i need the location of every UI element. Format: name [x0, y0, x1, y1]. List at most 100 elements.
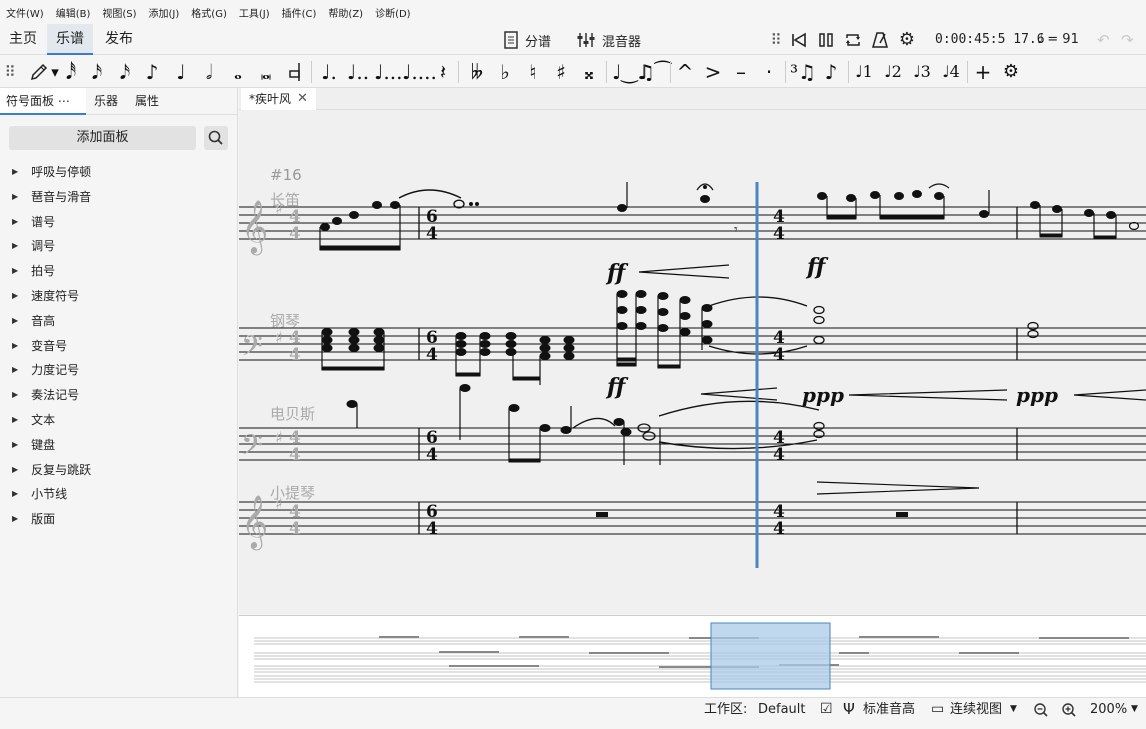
- palette-text[interactable]: ▶ 文本: [0, 408, 238, 433]
- rewind-icon[interactable]: [788, 28, 810, 52]
- zoom-in-icon[interactable]: [1060, 698, 1078, 721]
- tuplet-icon[interactable]: ³♫: [789, 58, 817, 86]
- navigator-viewport[interactable]: [710, 622, 831, 690]
- palette-articulations[interactable]: ▶ 奏法记号: [0, 383, 238, 408]
- voice-2-button[interactable]: ♩2: [881, 58, 905, 86]
- chord-note[interactable]: [455, 332, 467, 340]
- augmentation-dot-icon[interactable]: ♩.: [318, 58, 340, 86]
- note[interactable]: [332, 217, 342, 225]
- menu-plugins[interactable]: 插件(C): [282, 5, 317, 20]
- note[interactable]: [870, 191, 880, 199]
- palette-layout[interactable]: ▶ 版面: [0, 507, 238, 532]
- chord-note[interactable]: [635, 290, 647, 298]
- view-mode-select[interactable]: 连续视图: [950, 698, 1002, 721]
- chord-note[interactable]: [657, 324, 669, 332]
- note[interactable]: [912, 190, 922, 198]
- menu-view[interactable]: 视图(S): [102, 5, 136, 20]
- tie-icon[interactable]: ♩‿♩: [612, 58, 647, 86]
- duration-32nd[interactable]: 𝅘𝅥𝅯: [86, 58, 108, 86]
- palette-dynamics[interactable]: ▶ 力度记号: [0, 358, 238, 383]
- hairpin-decrescendo[interactable]: [816, 481, 980, 495]
- note[interactable]: [349, 211, 359, 219]
- double-sharp-button[interactable]: 𝄪: [578, 58, 600, 86]
- chord-note[interactable]: [479, 348, 491, 356]
- hairpin-crescendo[interactable]: [638, 264, 730, 279]
- chord-note[interactable]: [813, 335, 825, 345]
- palette-breaths-pauses[interactable]: ▶ 呼吸与停顿: [0, 160, 238, 185]
- chord-note[interactable]: [348, 344, 360, 352]
- score-navigator[interactable]: [239, 615, 1146, 697]
- hairpin-decrescendo[interactable]: [1073, 389, 1146, 401]
- chord-note[interactable]: [563, 352, 575, 360]
- palette-arpeggios-glissandos[interactable]: ▶ 琶音与滑音: [0, 185, 238, 210]
- chevron-down-icon[interactable]: ▼: [1131, 698, 1138, 721]
- customize-gear-icon[interactable]: ⚙: [999, 58, 1023, 86]
- menu-add[interactable]: 添加(J): [149, 5, 180, 20]
- voice-4-button[interactable]: ♩4: [939, 58, 963, 86]
- sharp-button[interactable]: ♯: [550, 58, 572, 86]
- staccato-button[interactable]: ·: [758, 58, 780, 86]
- chord-note[interactable]: [657, 292, 669, 300]
- palette-barlines[interactable]: ▶ 小节线: [0, 482, 238, 507]
- chord-note[interactable]: [616, 322, 628, 330]
- tab-properties[interactable]: 属性: [129, 88, 165, 115]
- slur-icon[interactable]: ♫⁀: [637, 58, 671, 86]
- chord-note[interactable]: [455, 348, 467, 356]
- flute-notes[interactable]: 𝄾: [319, 182, 738, 251]
- chord-note[interactable]: [348, 328, 360, 336]
- chord-note[interactable]: [539, 336, 551, 344]
- dynamic-ff[interactable]: ff: [605, 260, 629, 286]
- score-canvas[interactable]: 𝄞 𝄢 𝄢 𝄞 ♯ ♯ ♯ ♯ 44 44 44 44 #16 长笛 钢琴 电贝…: [239, 110, 1146, 614]
- note[interactable]: [934, 192, 944, 200]
- palette-key-signatures[interactable]: ▶ 调号: [0, 234, 238, 259]
- double-flat-button[interactable]: 𝄫: [466, 58, 488, 86]
- mixer-button[interactable]: 混音器: [576, 29, 641, 51]
- chord-note[interactable]: [679, 296, 691, 304]
- dynamic-ppp[interactable]: ppp: [802, 383, 844, 407]
- note[interactable]: [617, 204, 627, 212]
- note[interactable]: [613, 418, 625, 426]
- voice-3-button[interactable]: ♩3: [910, 58, 934, 86]
- menu-help[interactable]: 帮助(Z): [328, 5, 363, 20]
- palette-clefs[interactable]: ▶ 谱号: [0, 210, 238, 235]
- duration-breve[interactable]: 𝅜: [255, 58, 277, 86]
- note[interactable]: [1128, 221, 1140, 231]
- tab-instruments[interactable]: 乐器: [88, 88, 124, 115]
- palette-tempo[interactable]: ▶ 速度符号: [0, 284, 238, 309]
- palette-keyboard[interactable]: ▶ 键盘: [0, 433, 238, 458]
- menu-edit[interactable]: 编辑(B): [56, 5, 91, 20]
- duration-half[interactable]: 𝅗𝅥: [198, 58, 220, 86]
- chord-note[interactable]: [539, 344, 551, 352]
- duration-longa-icon[interactable]: [284, 58, 306, 86]
- chord-note[interactable]: [616, 306, 628, 314]
- note[interactable]: [346, 400, 358, 408]
- chord-note[interactable]: [373, 336, 385, 344]
- instrument-name-piano[interactable]: 钢琴: [270, 312, 300, 330]
- loop-icon[interactable]: [842, 28, 864, 52]
- add-palette-button[interactable]: 添加面板: [9, 126, 196, 150]
- chord-note[interactable]: [813, 305, 825, 315]
- chord-note[interactable]: [679, 312, 691, 320]
- note[interactable]: [539, 424, 551, 432]
- menu-diagnostics[interactable]: 诊断(D): [375, 5, 411, 20]
- chord-note[interactable]: [616, 290, 628, 298]
- chord-note[interactable]: [679, 328, 691, 336]
- zoom-out-icon[interactable]: [1032, 698, 1050, 721]
- chord-note[interactable]: [348, 336, 360, 344]
- score-view[interactable]: 𝄞 𝄢 𝄢 𝄞 ♯ ♯ ♯ ♯ 44 44 44 44 #16 长笛 钢琴 电贝…: [239, 110, 1146, 614]
- instrument-name-bass[interactable]: 电贝斯: [270, 405, 315, 423]
- accent-button[interactable]: >: [702, 58, 724, 86]
- chord-note[interactable]: [479, 332, 491, 340]
- add-icon[interactable]: +: [972, 58, 994, 86]
- document-tab[interactable]: *疾叶风 ✕: [241, 88, 316, 110]
- note[interactable]: [979, 210, 989, 218]
- drag-handle-icon[interactable]: ⠿: [3, 58, 17, 86]
- chord-note[interactable]: [479, 340, 491, 348]
- palette-time-signatures[interactable]: ▶ 拍号: [0, 259, 238, 284]
- note[interactable]: [508, 404, 520, 412]
- note[interactable]: [846, 194, 856, 202]
- whole-rest[interactable]: [596, 512, 608, 517]
- triple-dot-icon[interactable]: ♩...: [374, 58, 403, 86]
- violin-rests[interactable]: [596, 512, 908, 517]
- note[interactable]: [1030, 201, 1040, 209]
